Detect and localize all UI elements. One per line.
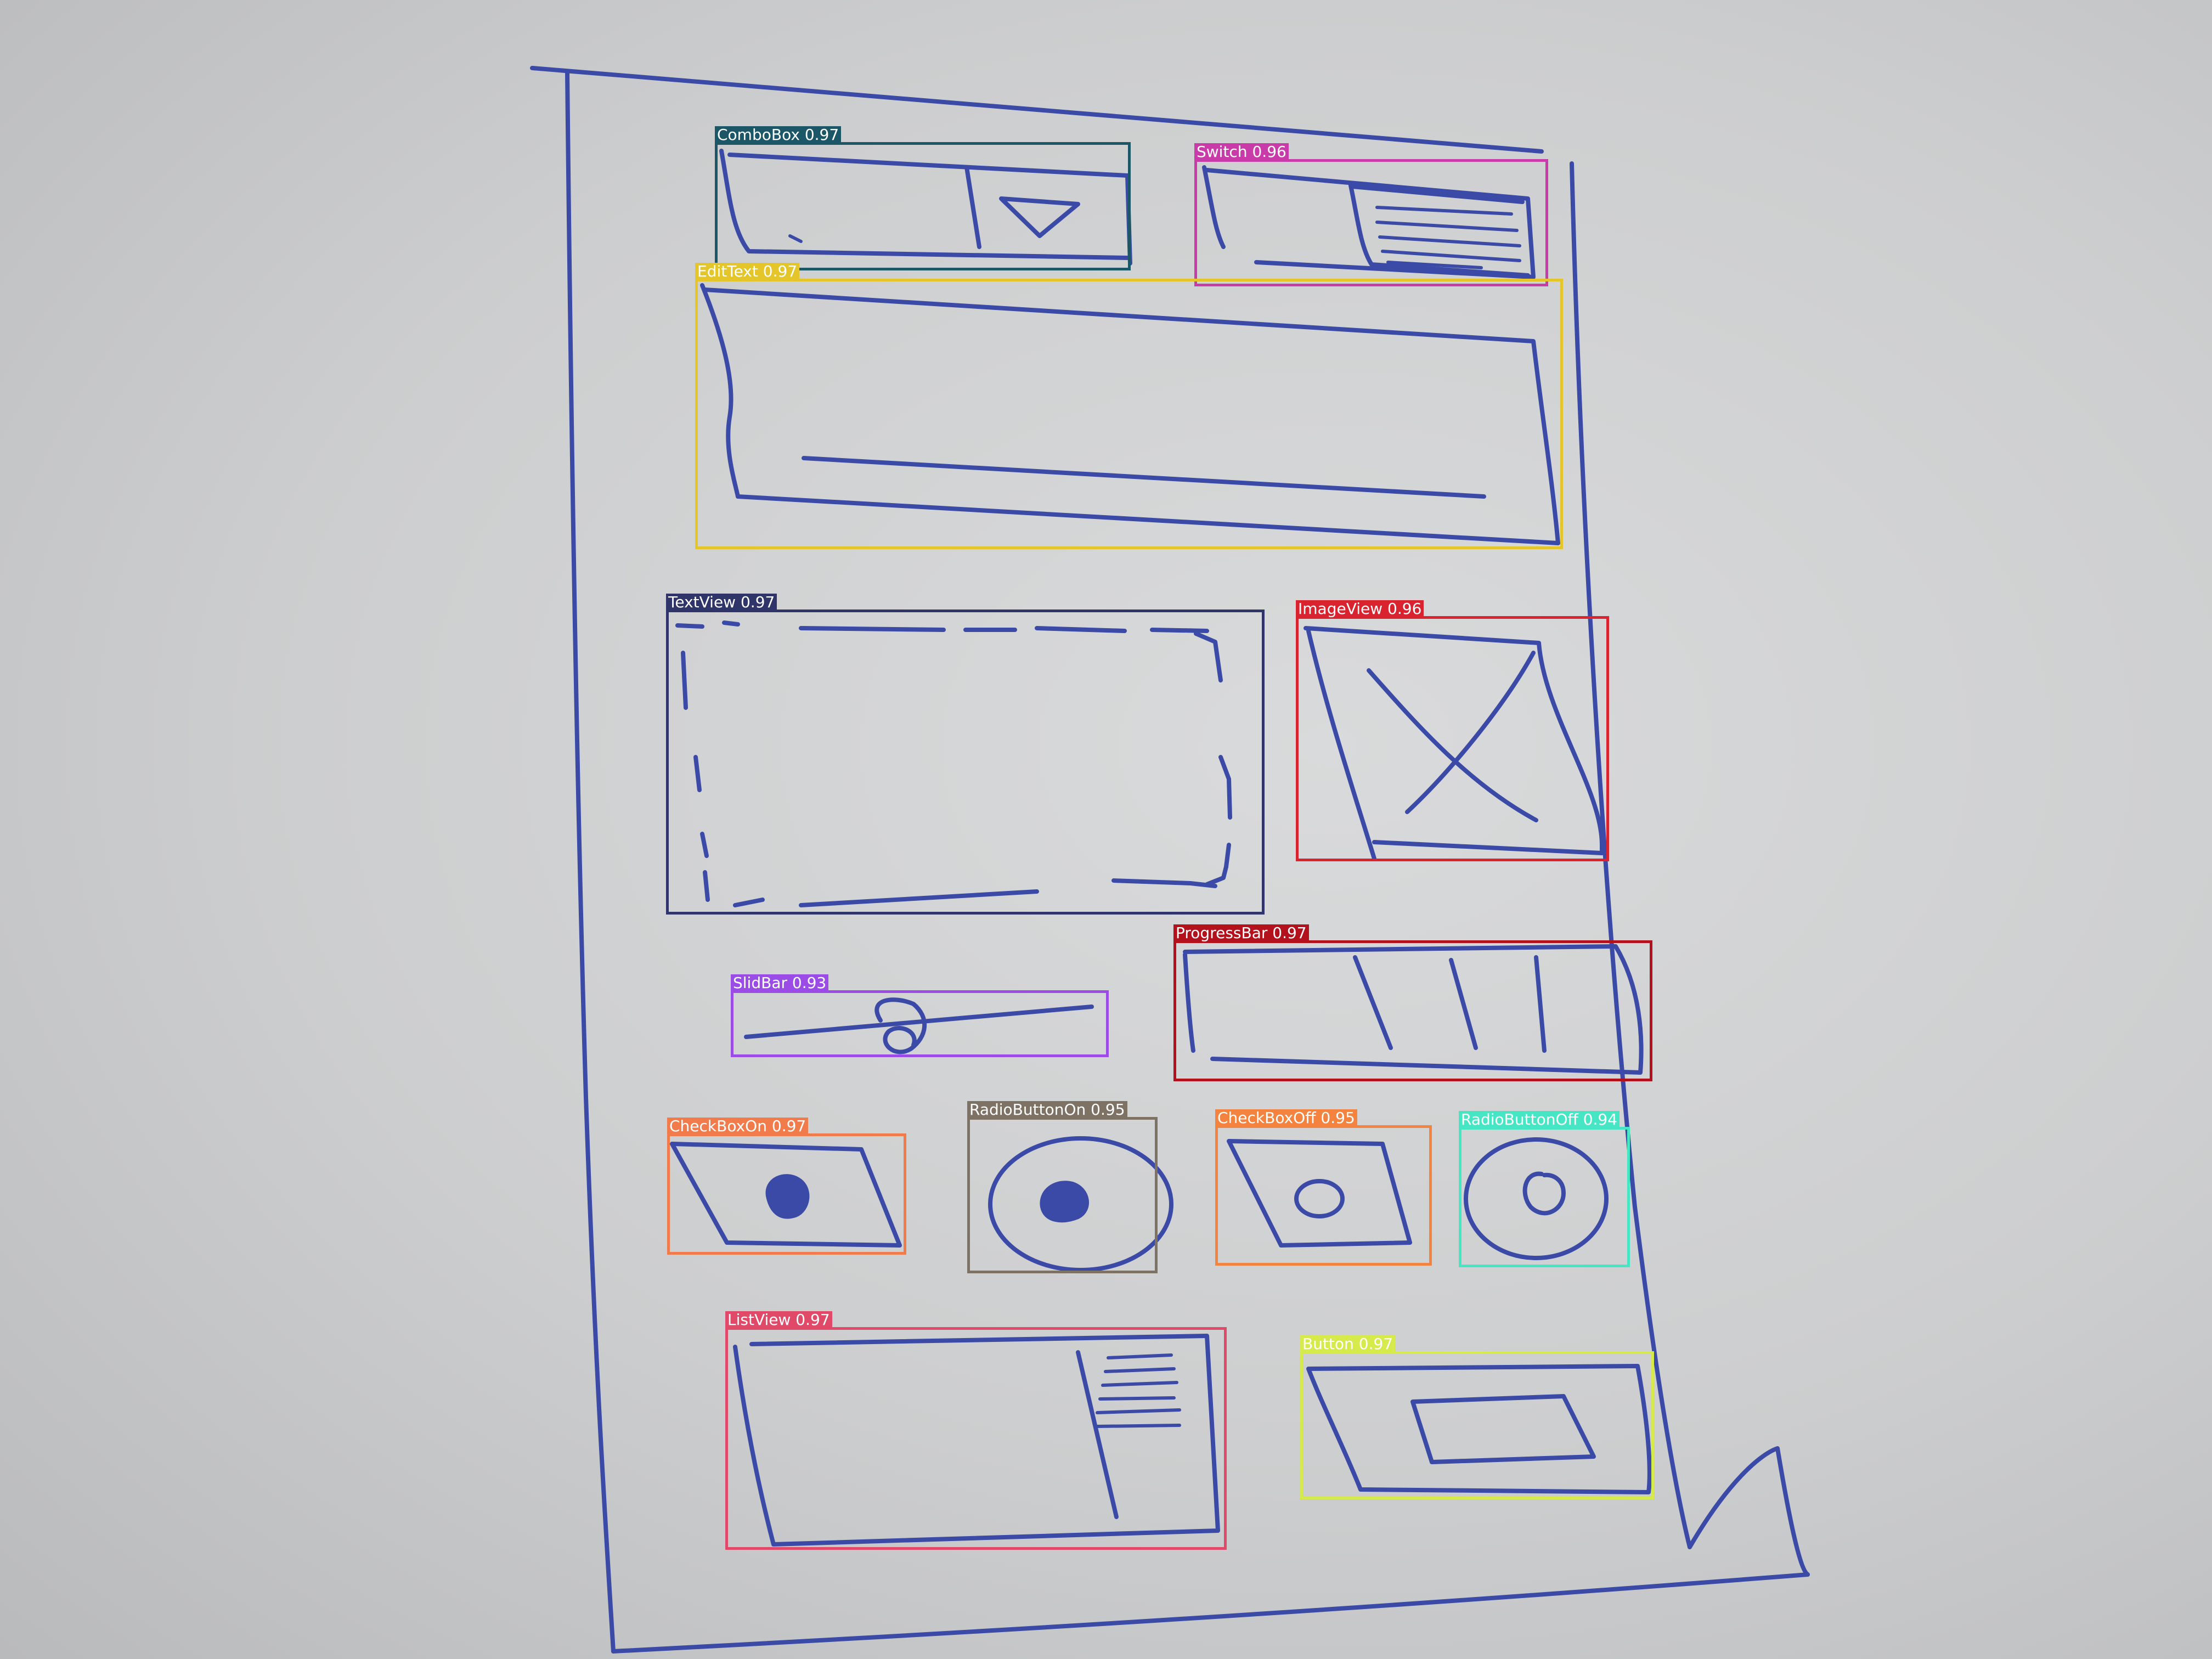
button-detection[interactable]: Button 0.97 xyxy=(1300,1335,1654,1499)
slidbar-detection-label: SlidBar 0.93 xyxy=(731,974,829,992)
checkbox-off-detection-label: CheckBoxOff 0.95 xyxy=(1215,1109,1357,1127)
radiobutton-on-detection-label: RadioButtonOn 0.95 xyxy=(967,1101,1127,1119)
combobox-detection-label: ComboBox 0.97 xyxy=(715,126,842,144)
progressbar-detection[interactable]: ProgressBar 0.97 xyxy=(1173,924,1652,1081)
edittext-detection[interactable]: EditText 0.97 xyxy=(695,263,1563,549)
edittext-detection-label: EditText 0.97 xyxy=(695,263,800,280)
imageview-detection-label: ImageView 0.96 xyxy=(1296,600,1424,618)
radiobutton-on-detection[interactable]: RadioButtonOn 0.95 xyxy=(967,1101,1158,1273)
checkbox-on-detection[interactable]: CheckBoxOn 0.97 xyxy=(667,1118,906,1255)
radiobutton-off-detection[interactable]: RadioButtonOff 0.94 xyxy=(1459,1111,1630,1267)
combobox-detection[interactable]: ComboBox 0.97 xyxy=(715,126,1131,270)
progressbar-detection-label: ProgressBar 0.97 xyxy=(1173,924,1309,942)
slidbar-detection[interactable]: SlidBar 0.93 xyxy=(731,974,1109,1057)
switch-detection[interactable]: Switch 0.96 xyxy=(1194,143,1548,286)
listview-detection-label: ListView 0.97 xyxy=(725,1311,832,1329)
checkbox-on-detection-label: CheckBoxOn 0.97 xyxy=(667,1118,809,1135)
textview-detection[interactable]: TextView 0.97 xyxy=(666,594,1265,915)
switch-detection-label: Switch 0.96 xyxy=(1194,143,1289,161)
listview-detection[interactable]: ListView 0.97 xyxy=(725,1311,1227,1550)
radiobutton-off-detection-label: RadioButtonOff 0.94 xyxy=(1459,1111,1620,1128)
textview-detection-label: TextView 0.97 xyxy=(666,594,777,611)
checkbox-off-detection[interactable]: CheckBoxOff 0.95 xyxy=(1215,1109,1432,1266)
button-detection-label: Button 0.97 xyxy=(1300,1335,1396,1353)
imageview-detection[interactable]: ImageView 0.96 xyxy=(1296,600,1609,861)
